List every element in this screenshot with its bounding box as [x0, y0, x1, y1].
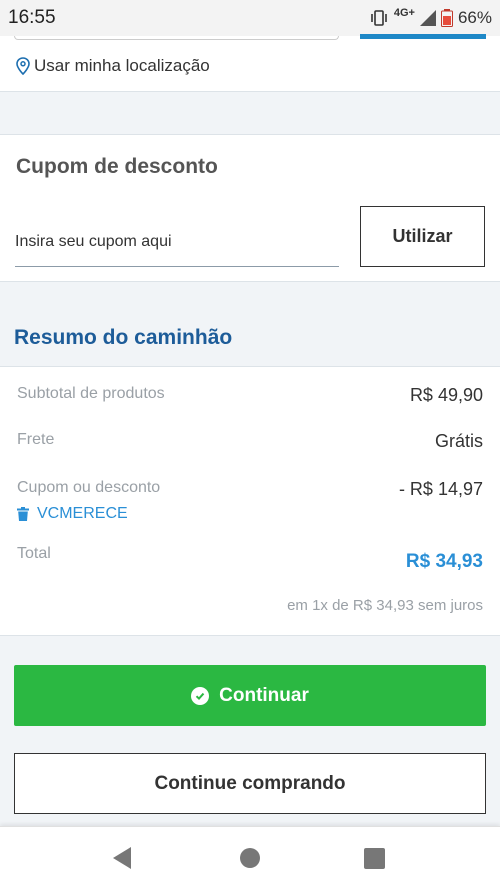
check-circle-icon [191, 686, 210, 705]
back-icon[interactable] [113, 847, 131, 869]
vibrate-icon [371, 10, 387, 26]
status-icons: 4G+ 66% [369, 7, 492, 28]
use-location-link[interactable]: Usar minha localização [16, 56, 210, 76]
summary-title: Resumo do caminhão [14, 326, 233, 349]
subtotal-label: Subtotal de produtos [17, 385, 165, 402]
recents-icon[interactable] [364, 848, 385, 869]
apply-coupon-button[interactable]: Utilizar [360, 206, 485, 267]
continue-button[interactable]: Continuar [14, 665, 486, 726]
address-input-edge [14, 36, 339, 40]
status-time: 16:55 [8, 7, 56, 28]
status-bar: 16:55 4G+ 66% [0, 0, 500, 36]
keep-shopping-button[interactable]: Continue comprando [14, 753, 486, 814]
network-type: 4G+ [393, 7, 415, 19]
coupon-panel: Cupom de desconto Utilizar [0, 134, 500, 282]
shipping-value: Grátis [434, 431, 483, 451]
discount-value: - R$ 14,97 [398, 479, 483, 499]
total-label: Total [17, 545, 51, 562]
summary-box: Subtotal de produtos R$ 49,90 Frete Grát… [0, 366, 500, 636]
installments-text: em 1x de R$ 34,93 sem juros [287, 597, 483, 614]
address-button-edge [360, 34, 486, 39]
trash-icon [17, 507, 29, 521]
use-location-label: Usar minha localização [34, 56, 210, 75]
location-panel: Usar minha localização [0, 36, 500, 92]
coupon-code: VCMERECE [37, 505, 128, 522]
battery-percent: 66% [457, 8, 492, 27]
coupon-title: Cupom de desconto [16, 155, 218, 178]
system-nav-bar [0, 826, 500, 889]
continue-label: Continuar [219, 684, 309, 706]
discount-label: Cupom ou desconto [17, 479, 161, 496]
map-pin-icon [16, 57, 30, 75]
remove-coupon-link[interactable]: VCMERECE [17, 505, 128, 523]
coupon-input[interactable] [15, 217, 339, 267]
shipping-label: Frete [17, 431, 55, 448]
subtotal-value: R$ 49,90 [409, 385, 483, 405]
total-value: R$ 34,93 [405, 551, 483, 572]
home-icon[interactable] [240, 848, 260, 868]
signal-icon [419, 10, 436, 26]
battery-icon [440, 9, 453, 27]
